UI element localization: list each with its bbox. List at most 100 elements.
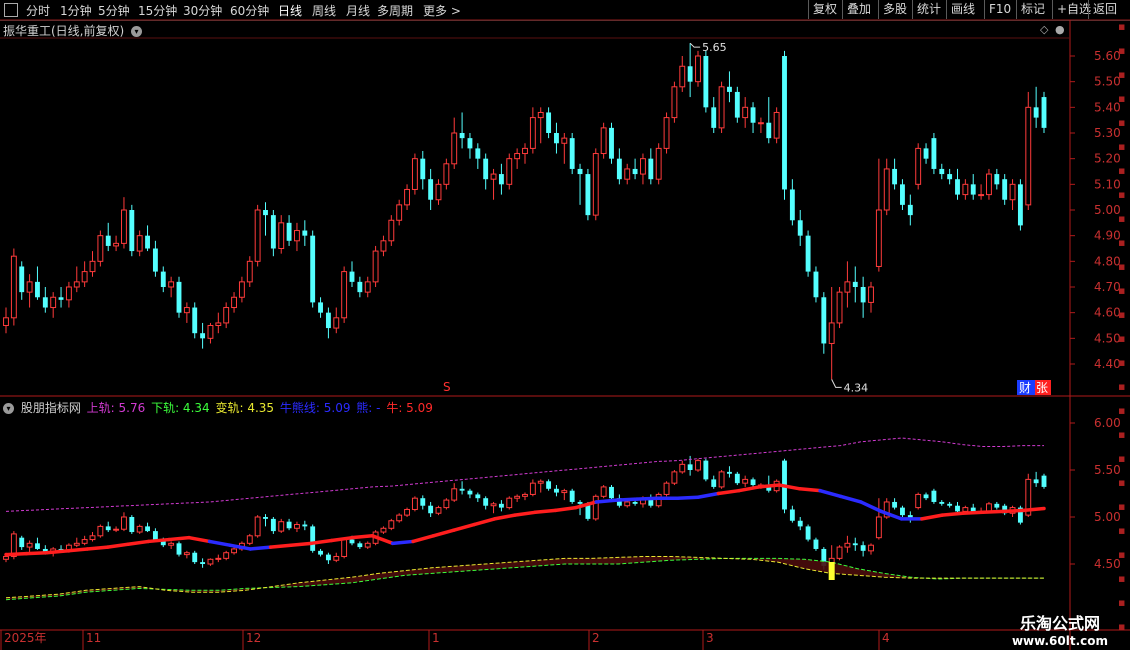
side-marker: ▪ (1118, 260, 1125, 273)
ind-candle (467, 488, 473, 499)
tab-0[interactable]: 分时 (26, 2, 50, 19)
candle (915, 143, 922, 190)
ind-candle (537, 479, 544, 493)
ind-candle-body (561, 490, 568, 494)
ind-candle-body (742, 478, 749, 484)
chevron-down-icon[interactable]: ▾ (131, 26, 143, 37)
ind-candle (970, 503, 976, 514)
ind-candle-body (514, 495, 521, 499)
ind-candle (955, 501, 960, 514)
window-menu-icon[interactable] (4, 3, 18, 17)
candle (923, 143, 929, 164)
price-tick-label: 4.40 (1094, 357, 1121, 371)
candle-body (443, 163, 450, 185)
toolbar-button-8[interactable]: 返回 (1088, 0, 1121, 19)
bull-bear-segment (452, 522, 476, 532)
ind-candle-body (1041, 475, 1047, 487)
tab-1[interactable]: 1分钟 (60, 2, 92, 19)
ind-candle-body (616, 498, 622, 506)
tab-2[interactable]: 5分钟 (98, 2, 130, 19)
candle (648, 148, 654, 185)
ind-candle (616, 494, 622, 508)
candle-body (663, 117, 670, 149)
candle (325, 307, 331, 339)
candle-body (821, 297, 827, 344)
candle (655, 143, 662, 185)
tab-8[interactable]: 月线 (346, 2, 370, 19)
chevron-down-icon[interactable]: ▾ (3, 403, 14, 414)
candle-body (42, 297, 48, 308)
ind-candle (318, 548, 323, 557)
ind-candle (561, 488, 568, 501)
candle-body (238, 281, 245, 298)
tab-10[interactable]: 更多 > (423, 2, 461, 19)
side-marker: ▪ (1118, 284, 1125, 297)
candle (585, 168, 591, 221)
toolbar-button-5[interactable]: F10 (984, 0, 1015, 19)
candle (679, 56, 686, 92)
ind-candle (695, 458, 701, 472)
tab-9[interactable]: 多周期 (377, 2, 413, 19)
tab-4[interactable]: 30分钟 (183, 2, 222, 19)
ind-candle-body (81, 539, 88, 544)
kline-chart[interactable]: 5.60 5.50 5.40 5.30 5.20 5.10 5.00 4.90 4.80 4.70… (0, 0, 1130, 650)
bull-bear-segment (777, 483, 802, 491)
candle-body (341, 271, 348, 319)
ind-candle (1041, 473, 1047, 489)
toolbar-button-6[interactable]: 标记 (1016, 0, 1049, 19)
watermark: 乐淘公式网 www.60lt.com (1012, 610, 1108, 648)
ind-candle (278, 518, 285, 533)
indicator-name[interactable]: 股朋指标网 (21, 401, 81, 415)
tab-6[interactable]: 日线 (278, 2, 302, 19)
ind-candle (490, 501, 497, 514)
candle (711, 97, 717, 133)
ind-candle-body (372, 531, 379, 544)
ind-candle-body (58, 548, 64, 550)
ind-candle (129, 515, 135, 534)
toolbar-button-4[interactable]: 画线 (946, 0, 979, 19)
price-tick-label: 5.20 (1094, 152, 1121, 166)
candle-body (766, 122, 772, 139)
ind-candle (388, 518, 395, 531)
candle-body (892, 168, 898, 185)
candle-body (931, 138, 937, 169)
toolbar-button-1[interactable]: 叠加 (842, 0, 875, 19)
ind-candle (19, 535, 25, 550)
price-tick-label: 5.30 (1094, 126, 1121, 140)
candle (357, 276, 363, 298)
candle-body (797, 220, 803, 236)
bull-bear-segment (492, 513, 517, 521)
ind-candle-body (357, 543, 363, 548)
tab-5[interactable]: 60分钟 (230, 2, 269, 19)
ind-candle-body (467, 490, 473, 495)
candle-body (947, 174, 953, 180)
candle-body (467, 138, 473, 149)
ind-candle (443, 498, 450, 510)
candle-body (286, 222, 292, 241)
bull-value: 牛: 5.09 (386, 401, 433, 415)
ind-candle (97, 524, 104, 538)
ind-tick-label: 5.00 (1094, 510, 1121, 524)
ind-candle (711, 475, 717, 489)
bull-bear-segment (106, 542, 130, 549)
ind-candle (105, 521, 111, 533)
bull-bear-segment (248, 545, 273, 551)
ind-candle (782, 458, 787, 514)
date-label: 1 (432, 631, 440, 645)
ind-candle (821, 547, 827, 570)
candle-body (805, 235, 811, 272)
toolbar-button-3[interactable]: 统计 (912, 0, 945, 19)
ind-candle (1033, 471, 1039, 487)
candle (546, 107, 552, 139)
tab-3[interactable]: 15分钟 (138, 2, 177, 19)
ind-candle-body (546, 481, 552, 489)
price-tick-label: 4.80 (1094, 254, 1121, 268)
main-chart-title[interactable]: 振华重工(日线,前复权) ▾ (3, 22, 143, 39)
candle-body (907, 204, 913, 216)
candle (624, 163, 631, 185)
candle (805, 230, 811, 277)
tab-7[interactable]: 周线 (312, 2, 336, 19)
toolbar-button-0[interactable]: 复权 (808, 0, 841, 19)
ind-candle-body (860, 545, 866, 551)
toolbar-button-2[interactable]: 多股 (878, 0, 911, 19)
